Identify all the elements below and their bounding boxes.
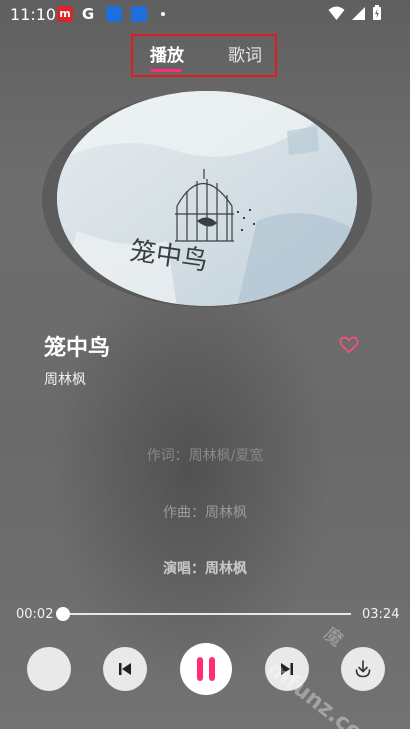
album-art: 笼中鸟 bbox=[57, 91, 357, 306]
tab-play[interactable]: 播放 bbox=[150, 41, 184, 66]
tab-bar: 播放 歌词 bbox=[131, 34, 277, 77]
elapsed-time: 00:02 bbox=[16, 607, 54, 622]
pause-icon bbox=[197, 657, 215, 681]
heart-icon[interactable] bbox=[338, 334, 360, 356]
lyricist-credit: 作词：周林枫/夏宽 bbox=[146, 448, 264, 464]
more-notifications-icon bbox=[161, 12, 165, 16]
composer-credit: 作曲：周林枫 bbox=[163, 505, 247, 521]
tab-lyrics[interactable]: 歌词 bbox=[228, 41, 262, 66]
active-tab-indicator bbox=[150, 69, 182, 72]
playlist-button[interactable] bbox=[27, 647, 71, 691]
song-title: 笼中鸟 bbox=[44, 336, 111, 361]
progress-thumb[interactable] bbox=[55, 607, 70, 621]
app-notification-icon: m bbox=[57, 6, 73, 22]
previous-button[interactable] bbox=[103, 647, 147, 691]
status-time: 11:10 bbox=[10, 5, 57, 24]
battery-icon bbox=[373, 5, 381, 20]
wifi-icon bbox=[328, 6, 345, 20]
app-notification-icon bbox=[131, 6, 147, 22]
google-icon: G bbox=[81, 5, 95, 23]
total-time: 03:24 bbox=[362, 607, 400, 622]
singer-credit: 演唱：周林枫 bbox=[163, 561, 247, 577]
skip-previous-icon bbox=[119, 663, 131, 675]
progress-track[interactable] bbox=[60, 613, 351, 615]
app-notification-icon bbox=[106, 6, 122, 22]
download-icon bbox=[355, 660, 371, 678]
pause-button[interactable] bbox=[180, 643, 232, 695]
download-button[interactable] bbox=[341, 647, 385, 691]
status-bar: 11:10 m G bbox=[0, 0, 410, 28]
signal-icon bbox=[352, 6, 365, 20]
artist-name[interactable]: 周林枫 bbox=[44, 369, 86, 389]
